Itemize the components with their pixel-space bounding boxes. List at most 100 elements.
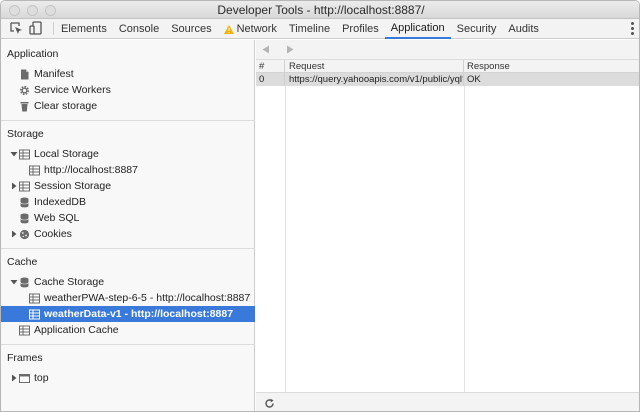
tab-label: Audits <box>508 23 539 35</box>
sidebar-item-web-sql[interactable]: Web SQL <box>1 210 255 226</box>
grid-icon <box>19 181 30 192</box>
section-divider <box>1 120 255 121</box>
cookie-icon <box>19 229 30 240</box>
sidebar-item-application-cache[interactable]: Application Cache <box>1 322 255 338</box>
database-icon <box>19 213 30 224</box>
column-header-request[interactable]: Request <box>285 60 464 72</box>
sidebar-item-label: IndexedDB <box>34 196 86 208</box>
table-header: # Request Response <box>256 60 639 73</box>
tab-label: Elements <box>61 23 107 35</box>
triangle-right-icon[interactable] <box>286 45 294 54</box>
warning-icon <box>223 24 234 34</box>
grid-icon <box>29 309 40 320</box>
sidebar-item-local-storage-origin[interactable]: http://localhost:8887 <box>1 162 255 178</box>
sidebar-item-cache-storage[interactable]: Cache Storage <box>1 274 255 290</box>
application-sidebar: Application Manifest Service Workers Cle… <box>1 40 255 411</box>
sidebar-item-cache-entry-selected[interactable]: weatherData-v1 - http://localhost:8887 <box>1 306 255 322</box>
cell-index: 0 <box>256 73 285 86</box>
sidebar-item-cookies[interactable]: Cookies <box>1 226 255 242</box>
sidebar-item-cache-entry[interactable]: weatherPWA-step-6-5 - http://localhost:8… <box>1 290 255 306</box>
tab-profiles[interactable]: Profiles <box>336 19 385 39</box>
tab-security[interactable]: Security <box>451 19 503 39</box>
grid-icon <box>19 325 30 336</box>
expanded-arrow-icon[interactable] <box>10 278 18 286</box>
trash-icon <box>19 101 30 112</box>
tab-label: Timeline <box>288 23 331 35</box>
tab-console[interactable]: Console <box>113 19 165 39</box>
sidebar-item-label: top <box>34 372 49 384</box>
tab-label: Security <box>456 23 497 35</box>
grid-icon <box>29 165 40 176</box>
inspect-element-icon[interactable] <box>9 21 23 35</box>
sidebar-item-label: http://localhost:8887 <box>44 164 138 176</box>
database-icon <box>19 277 30 288</box>
tab-audits[interactable]: Audits <box>502 19 545 39</box>
tab-label: Console <box>118 23 160 35</box>
table-row[interactable]: 0 https://query.yahooapis.com/v1/public/… <box>256 73 639 86</box>
sidebar-item-label: Session Storage <box>34 180 112 192</box>
tab-label: Sources <box>171 23 212 35</box>
column-divider <box>464 86 465 392</box>
database-icon <box>19 197 30 208</box>
tab-label: Profiles <box>342 23 379 35</box>
sidebar-item-label: weatherData-v1 - http://localhost:8887 <box>44 308 234 320</box>
sidebar-item-indexeddb[interactable]: IndexedDB <box>1 194 255 210</box>
tab-elements[interactable]: Elements <box>55 19 113 39</box>
sidebar-item-label: weatherPWA-step-6-5 - http://localhost:8… <box>44 292 251 304</box>
grid-icon <box>29 293 40 304</box>
sidebar-item-label: Manifest <box>34 68 74 80</box>
title-bar: Developer Tools - http://localhost:8887/ <box>1 1 639 19</box>
sidebar-item-label: Web SQL <box>34 212 80 224</box>
collapsed-arrow-icon[interactable] <box>10 182 18 190</box>
tab-label: Network <box>236 23 277 35</box>
sidebar-item-local-storage[interactable]: Local Storage <box>1 146 255 162</box>
sidebar-item-label: Clear storage <box>34 100 98 112</box>
window-title: Developer Tools - http://localhost:8887/ <box>217 3 425 17</box>
panel-tabs: Elements Console Sources Network Timelin… <box>55 19 545 39</box>
tab-label: Application <box>390 22 445 34</box>
cell-response: OK <box>467 74 481 85</box>
sidebar-item-service-workers[interactable]: Service Workers <box>1 82 255 98</box>
expanded-arrow-icon[interactable] <box>10 150 18 158</box>
page-navigation <box>256 40 639 60</box>
grid-icon <box>19 149 30 160</box>
refresh-icon[interactable] <box>264 398 275 409</box>
column-header-index[interactable]: # <box>256 60 285 72</box>
sidebar-item-label: Cookies <box>34 228 72 240</box>
section-divider <box>1 344 255 345</box>
section-title-frames: Frames <box>7 352 43 364</box>
sidebar-item-session-storage[interactable]: Session Storage <box>1 178 255 194</box>
column-header-response[interactable]: Response <box>464 60 639 72</box>
collapsed-arrow-icon[interactable] <box>10 374 18 382</box>
collapsed-arrow-icon[interactable] <box>10 230 18 238</box>
document-icon <box>19 69 30 80</box>
column-divider <box>285 86 286 392</box>
sidebar-item-clear-storage[interactable]: Clear storage <box>1 98 255 114</box>
tab-application[interactable]: Application <box>384 19 451 39</box>
sidebar-item-label: Service Workers <box>34 84 111 96</box>
sidebar-item-label: Application Cache <box>34 324 119 336</box>
cache-table: # Request Response 0 https://query.yahoo… <box>256 60 639 86</box>
sidebar-item-manifest[interactable]: Manifest <box>1 66 255 82</box>
tab-network[interactable]: Network <box>218 19 283 39</box>
panel-tab-bar: Elements Console Sources Network Timelin… <box>1 19 639 39</box>
tab-sources[interactable]: Sources <box>165 19 217 39</box>
cell-request: https://query.yahooapis.com/v1/public/yq… <box>285 73 464 86</box>
sidebar-item-label: Cache Storage <box>34 276 105 288</box>
frame-icon <box>19 373 30 384</box>
toolbar-divider <box>53 22 54 35</box>
device-mode-icon[interactable] <box>29 21 43 35</box>
section-title-application: Application <box>7 48 59 60</box>
sidebar-item-frame-top[interactable]: top <box>1 370 255 386</box>
devtools-window: Developer Tools - http://localhost:8887/… <box>0 0 640 412</box>
gear-icon <box>19 85 30 96</box>
triangle-left-icon[interactable] <box>262 45 270 54</box>
section-title-storage: Storage <box>7 128 44 140</box>
cache-viewer-panel: # Request Response 0 https://query.yahoo… <box>256 40 639 411</box>
tab-timeline[interactable]: Timeline <box>283 19 336 39</box>
sidebar-item-label: Local Storage <box>34 148 99 160</box>
section-title-cache: Cache <box>7 256 38 268</box>
kebab-menu-icon[interactable] <box>631 22 635 35</box>
panel-footer <box>256 392 639 411</box>
section-divider <box>1 248 255 249</box>
